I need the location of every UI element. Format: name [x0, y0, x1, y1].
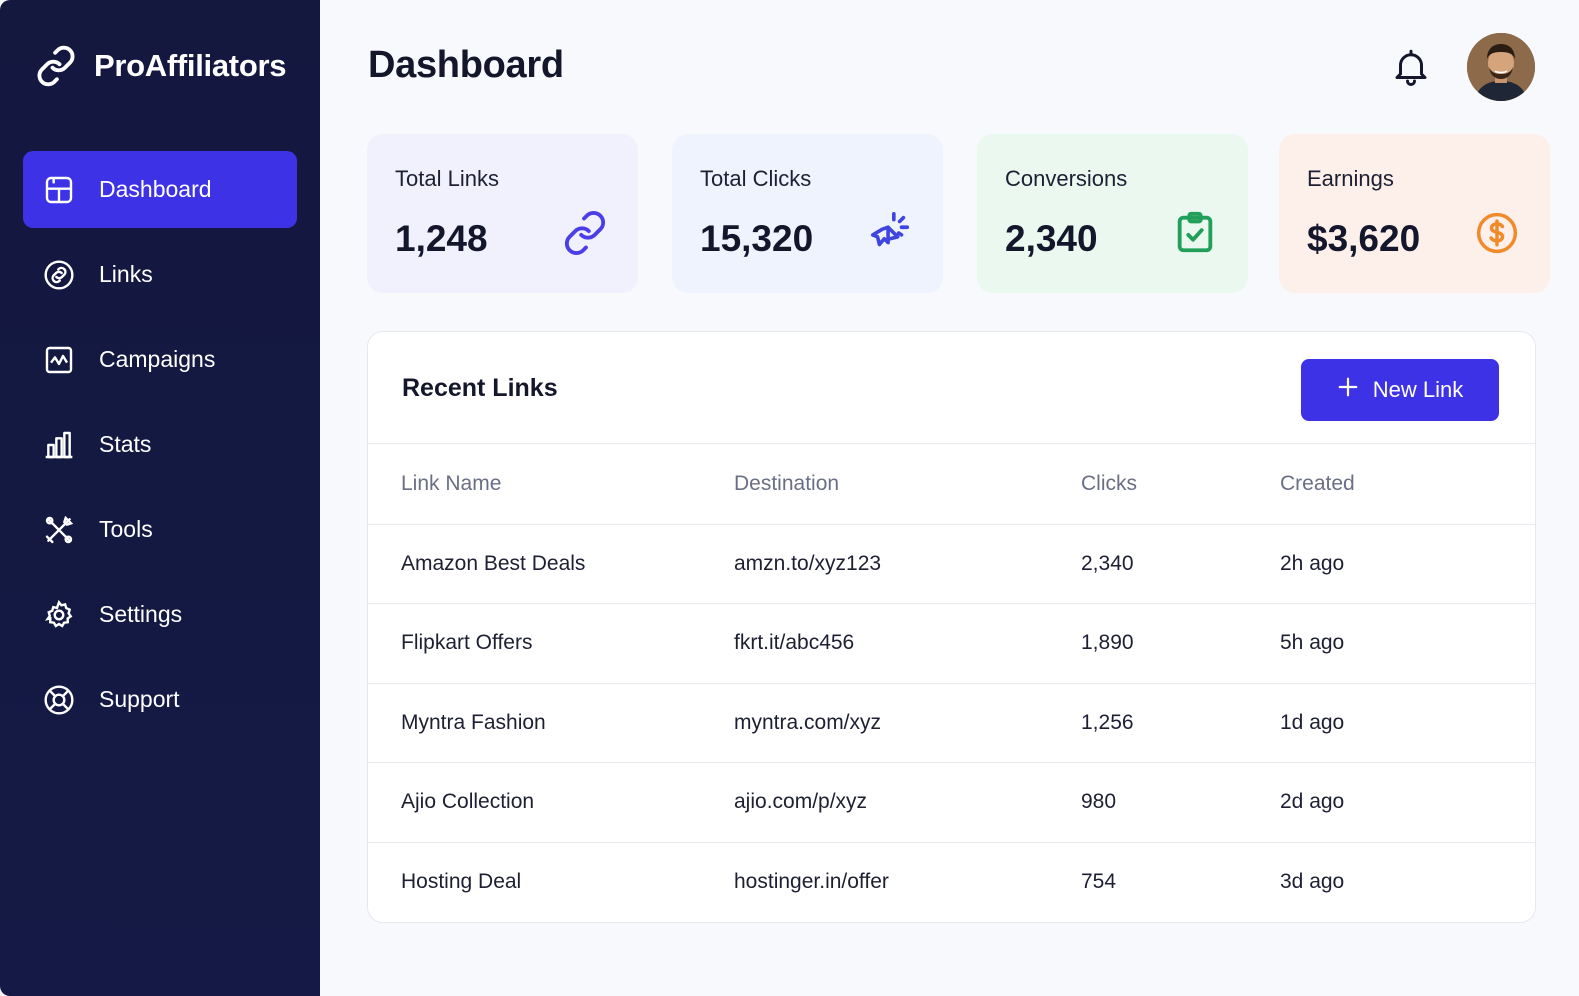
- table-row[interactable]: Ajio Collection ajio.com/p/xyz 980 2d ag…: [368, 762, 1535, 843]
- stat-card-conversions[interactable]: Conversions 2,340: [977, 134, 1248, 293]
- created-cell: 5h ago: [1247, 603, 1535, 684]
- sidebar-item-label: Stats: [99, 431, 152, 457]
- table-row[interactable]: Flipkart Offers fkrt.it/abc456 1,890 5h …: [368, 603, 1535, 684]
- stat-label: Total Links: [395, 166, 499, 191]
- sidebar-item-dashboard[interactable]: Dashboard: [23, 151, 297, 228]
- sidebar-item-links[interactable]: Links: [23, 236, 297, 313]
- dashboard-icon: [41, 172, 77, 208]
- stat-label: Conversions: [1005, 166, 1128, 191]
- column-header-destination[interactable]: Destination: [701, 444, 1048, 525]
- sidebar-nav: Dashboard Links Campaigns Stats Tools Se…: [23, 151, 297, 746]
- sidebar-item-label: Campaigns: [99, 346, 216, 372]
- click-icon: [867, 210, 913, 256]
- created-cell: 2h ago: [1247, 524, 1535, 604]
- recent-links-panel: Recent Links New Link Link Name Destinat…: [367, 331, 1536, 923]
- brand-link-icon: [34, 44, 78, 88]
- tools-icon: [41, 512, 77, 548]
- sidebar-item-settings[interactable]: Settings: [23, 576, 297, 653]
- clicks-cell: 2,340: [1048, 524, 1247, 604]
- dollar-coin-icon: [1474, 210, 1520, 256]
- sidebar-item-tools[interactable]: Tools: [23, 491, 297, 568]
- stat-label: Earnings: [1307, 166, 1394, 191]
- clipboard-check-icon: [1172, 210, 1218, 256]
- brand[interactable]: ProAffiliators: [34, 44, 286, 88]
- clicks-cell: 1,256: [1048, 683, 1247, 763]
- link-icon: [41, 257, 77, 293]
- table-row[interactable]: Myntra Fashion myntra.com/xyz 1,256 1d a…: [368, 683, 1535, 763]
- stat-card-earnings[interactable]: Earnings $3,620: [1279, 134, 1550, 293]
- created-cell: 1d ago: [1247, 683, 1535, 763]
- table-row[interactable]: Amazon Best Deals amzn.to/xyz123 2,340 2…: [368, 524, 1535, 604]
- brand-name: ProAffiliators: [94, 48, 287, 83]
- table-row[interactable]: Hosting Deal hostinger.in/offer 754 3d a…: [368, 842, 1535, 922]
- link-icon: [562, 210, 608, 256]
- stat-value: 1,248: [395, 218, 488, 259]
- stat-card-total-clicks[interactable]: Total Clicks 15,320: [672, 134, 943, 293]
- user-avatar[interactable]: [1467, 33, 1535, 101]
- main-content: Dashboard Total Links 1,248 Total Clicks…: [320, 0, 1579, 996]
- clicks-cell: 754: [1081, 870, 1117, 893]
- sidebar-item-label: Settings: [99, 601, 183, 627]
- created-cell: 3d ago: [1280, 870, 1345, 893]
- clicks-cell: 980: [1048, 762, 1247, 843]
- sidebar-item-label: Support: [99, 686, 180, 712]
- sidebar-item-support[interactable]: Support: [23, 661, 297, 738]
- plus-icon: [1337, 376, 1359, 404]
- destination-cell[interactable]: fkrt.it/abc456: [701, 603, 1048, 684]
- stat-value: 15,320: [700, 218, 814, 259]
- stats-icon: [41, 427, 77, 463]
- new-link-button[interactable]: New Link: [1301, 359, 1499, 421]
- links-table: Link Name Destination Clicks Created Ama…: [368, 444, 1535, 922]
- column-header-clicks[interactable]: Clicks: [1048, 444, 1247, 525]
- sidebar-item-label: Tools: [99, 516, 153, 542]
- page-title: Dashboard: [368, 44, 564, 86]
- created-cell: 2d ago: [1247, 762, 1535, 843]
- column-header-link-name[interactable]: Link Name: [368, 444, 701, 525]
- destination-cell[interactable]: myntra.com/xyz: [701, 683, 1048, 763]
- stat-value: $3,620: [1307, 218, 1421, 259]
- stat-value: 2,340: [1005, 218, 1098, 259]
- destination-cell[interactable]: hostinger.in/offer: [701, 842, 1048, 922]
- column-header-created[interactable]: Created: [1247, 444, 1535, 525]
- bell-icon[interactable]: [1390, 46, 1432, 88]
- link-name-cell: Flipkart Offers: [368, 603, 701, 684]
- panel-header: Recent Links New Link: [368, 332, 1535, 444]
- new-link-label: New Link: [1372, 377, 1464, 402]
- stat-card-total-links[interactable]: Total Links 1,248: [367, 134, 638, 293]
- table-header-row: Link Name Destination Clicks Created: [368, 444, 1535, 525]
- sidebar-item-label: Dashboard: [99, 176, 212, 202]
- sidebar-item-label: Links: [99, 261, 153, 287]
- support-icon: [41, 682, 77, 718]
- destination-cell[interactable]: ajio.com/p/xyz: [701, 762, 1048, 843]
- link-name-cell: Ajio Collection: [368, 762, 701, 843]
- stat-label: Total Clicks: [700, 166, 812, 191]
- destination-cell[interactable]: amzn.to/xyz123: [701, 524, 1048, 604]
- link-name-cell: Myntra Fashion: [368, 683, 701, 763]
- sidebar-item-stats[interactable]: Stats: [23, 406, 297, 483]
- gear-icon: [41, 597, 77, 633]
- link-name-cell: Hosting Deal: [401, 870, 522, 893]
- clicks-cell: 1,890: [1048, 603, 1247, 684]
- campaigns-icon: [41, 342, 77, 378]
- link-name-cell: Amazon Best Deals: [368, 524, 701, 604]
- sidebar: ProAffiliators Dashboard Links Campaigns…: [0, 0, 320, 996]
- panel-title: Recent Links: [402, 374, 558, 402]
- sidebar-item-campaigns[interactable]: Campaigns: [23, 321, 297, 398]
